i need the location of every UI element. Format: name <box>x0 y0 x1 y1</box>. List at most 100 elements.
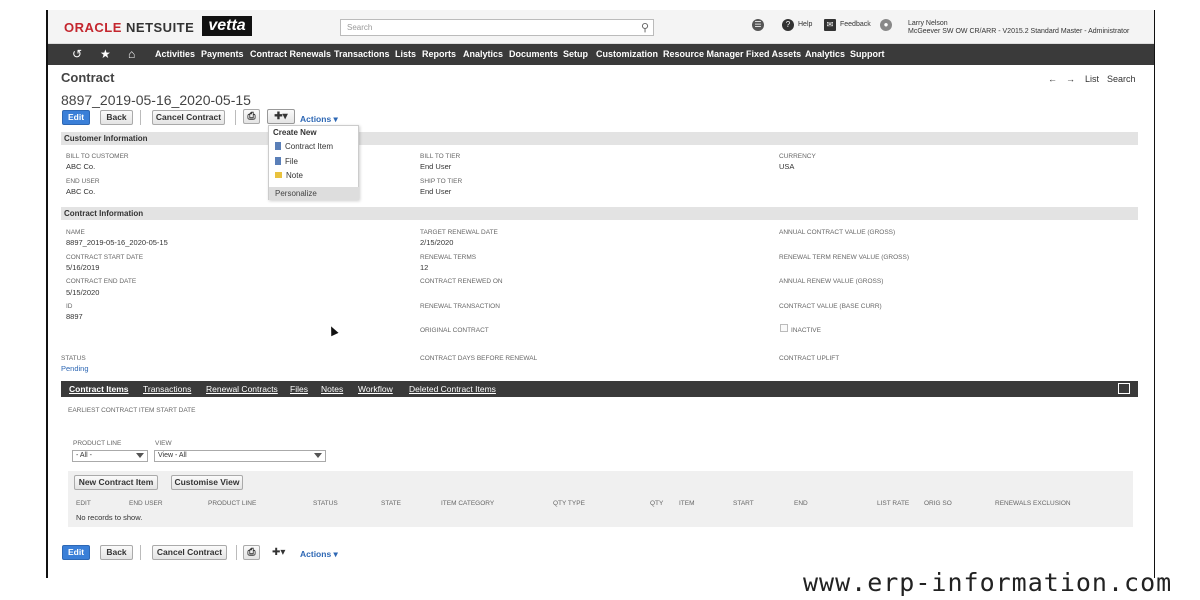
toolbar-divider <box>140 110 141 125</box>
bill-to-customer-value: ABC Co. <box>66 162 96 171</box>
view-select[interactable]: View - All <box>154 450 326 462</box>
cancel-contract-button[interactable]: Cancel Contract <box>152 110 225 125</box>
document-icon <box>275 157 281 165</box>
col-state[interactable]: STATE <box>381 500 401 507</box>
nav-payments[interactable]: Payments <box>201 49 244 59</box>
id-label: ID <box>66 303 73 310</box>
menu-item-note[interactable]: Note <box>275 171 303 180</box>
edit-button-bottom[interactable]: Edit <box>62 545 90 560</box>
view-label: VIEW <box>155 440 172 447</box>
col-item-category[interactable]: ITEM CATEGORY <box>441 500 494 507</box>
print-icon[interactable]: ⎙ <box>243 545 260 560</box>
mouse-cursor-icon <box>327 324 339 337</box>
product-line-select[interactable]: - All - <box>72 450 148 462</box>
id-value: 8897 <box>66 312 83 321</box>
company-logo[interactable]: vetta <box>202 16 252 36</box>
col-renewals-exclusion[interactable]: RENEWALS EXCLUSION <box>995 500 1071 507</box>
menu-item-file[interactable]: File <box>275 157 298 166</box>
bill-to-tier-value: End User <box>420 162 452 171</box>
home-icon[interactable]: ⌂ <box>128 47 135 61</box>
feedback-icon[interactable]: ✉ <box>824 19 836 31</box>
col-orig-so[interactable]: ORIG SO <box>924 500 952 507</box>
new-contract-item-button[interactable]: New Contract Item <box>74 475 158 490</box>
edit-button[interactable]: Edit <box>62 110 90 125</box>
nav-analytics-2[interactable]: Analytics <box>805 49 845 59</box>
nav-transactions[interactable]: Transactions <box>334 49 390 59</box>
global-search-input[interactable]: Search ⚲ <box>340 19 654 36</box>
menu-item-contract-item[interactable]: Contract Item <box>275 142 333 151</box>
tab-contract-items[interactable]: Contract Items <box>69 384 129 394</box>
menu-item-label: Note <box>286 171 303 180</box>
renewal-terms-label: RENEWAL TERMS <box>420 254 477 261</box>
contract-info-header[interactable]: Contract Information <box>61 207 1138 220</box>
col-list-rate[interactable]: LIST RATE <box>877 500 909 507</box>
list-link[interactable]: List <box>1085 74 1099 84</box>
new-record-icon[interactable]: ✚▾ <box>267 109 295 124</box>
create-new-menu: Create New Contract Item File Note Perso… <box>268 125 359 200</box>
acv-label: ANNUAL CONTRACT VALUE (GROSS) <box>779 229 896 236</box>
back-button[interactable]: Back <box>100 110 133 125</box>
tab-transactions[interactable]: Transactions <box>143 384 191 394</box>
star-icon[interactable]: ★ <box>100 47 111 61</box>
toolbar-divider <box>235 110 236 125</box>
nav-analytics[interactable]: Analytics <box>463 49 503 59</box>
nav-setup[interactable]: Setup <box>563 49 588 59</box>
tab-renewal-contracts[interactable]: Renewal Contracts <box>206 384 278 394</box>
next-record-icon[interactable]: → <box>1066 74 1075 84</box>
nav-customization[interactable]: Customization <box>596 49 658 59</box>
search-link[interactable]: Search <box>1107 74 1136 84</box>
col-status[interactable]: STATUS <box>313 500 338 507</box>
grid-view-icon[interactable] <box>1118 383 1130 394</box>
personalize-menu-item[interactable]: Personalize <box>269 187 359 200</box>
col-qty-type[interactable]: QTY TYPE <box>553 500 585 507</box>
nav-activities[interactable]: Activities <box>155 49 195 59</box>
user-role: McGeever SW OW CR/ARR - V2015.2 Standard… <box>908 28 1130 35</box>
nav-documents[interactable]: Documents <box>509 49 558 59</box>
currency-label: CURRENCY <box>779 153 816 160</box>
actions-menu-bottom[interactable]: Actions ▾ <box>300 549 338 560</box>
netsuite-logo[interactable]: ORACLE NETSUITE <box>64 20 194 35</box>
start-date-value: 5/16/2019 <box>66 263 100 272</box>
search-icon[interactable]: ⚲ <box>641 21 649 34</box>
new-record-icon[interactable]: ✚▾ <box>272 547 285 558</box>
col-edit[interactable]: EDIT <box>76 500 91 507</box>
back-button-bottom[interactable]: Back <box>100 545 133 560</box>
renewal-transaction-label: RENEWAL TRANSACTION <box>420 303 500 310</box>
help-icon[interactable]: ? <box>782 19 794 31</box>
nav-lists[interactable]: Lists <box>395 49 416 59</box>
print-icon[interactable]: ⎙ <box>243 109 260 124</box>
col-end[interactable]: END <box>794 500 808 507</box>
previous-record-icon[interactable]: ← <box>1048 74 1057 84</box>
feedback-link[interactable]: Feedback <box>840 21 871 28</box>
name-label: NAME <box>66 229 85 236</box>
col-end-user[interactable]: END USER <box>129 500 163 507</box>
nav-support[interactable]: Support <box>850 49 885 59</box>
user-menu[interactable]: Larry Nelson McGeever SW OW CR/ARR - V20… <box>908 20 1129 36</box>
nav-resource-manager[interactable]: Resource Manager <box>663 49 744 59</box>
cancel-contract-button-bottom[interactable]: Cancel Contract <box>152 545 227 560</box>
tab-workflow[interactable]: Workflow <box>358 384 393 394</box>
status-value[interactable]: Pending <box>61 364 89 373</box>
col-product-line[interactable]: PRODUCT LINE <box>208 500 256 507</box>
col-start[interactable]: START <box>733 500 754 507</box>
nav-reports[interactable]: Reports <box>422 49 456 59</box>
nav-fixed-assets[interactable]: Fixed Assets <box>746 49 801 59</box>
end-user-label: END USER <box>66 178 100 185</box>
tab-deleted-contract-items[interactable]: Deleted Contract Items <box>409 384 496 394</box>
annual-renew-value-label: ANNUAL RENEW VALUE (GROSS) <box>779 278 884 285</box>
nav-contract-renewals[interactable]: Contract Renewals <box>250 49 331 59</box>
help-link[interactable]: Help <box>798 21 812 28</box>
recent-icon[interactable]: ↺ <box>72 47 82 61</box>
customer-info-header[interactable]: Customer Information <box>61 132 1138 145</box>
tab-files[interactable]: Files <box>290 384 308 394</box>
actions-menu[interactable]: Actions ▾ <box>300 114 338 125</box>
recent-records-icon[interactable]: ☰ <box>752 19 764 31</box>
col-item[interactable]: ITEM <box>679 500 695 507</box>
inactive-checkbox[interactable] <box>780 324 788 332</box>
customise-view-button[interactable]: Customise View <box>171 475 243 490</box>
renewed-on-label: CONTRACT RENEWED ON <box>420 278 503 285</box>
user-avatar-icon[interactable]: ● <box>880 19 892 31</box>
tab-notes[interactable]: Notes <box>321 384 343 394</box>
inactive-label: INACTIVE <box>791 327 821 334</box>
col-qty[interactable]: QTY <box>650 500 663 507</box>
